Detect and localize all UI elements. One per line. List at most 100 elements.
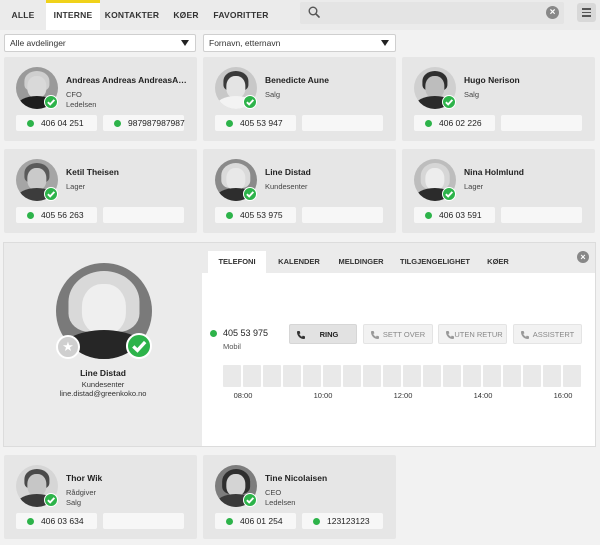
phone-button[interactable]: 406 04 251 bbox=[16, 115, 97, 131]
phone-button-empty[interactable] bbox=[302, 207, 383, 223]
clear-icon[interactable]: × bbox=[546, 6, 559, 19]
contact-card[interactable]: Ketil Theisen Lager 405 56 263 bbox=[4, 149, 197, 233]
tab-koer[interactable]: KØER bbox=[164, 0, 208, 30]
timeline-slot[interactable] bbox=[323, 365, 341, 387]
contact-card[interactable]: Nina Holmlund Lager 406 03 591 bbox=[402, 149, 595, 233]
sort-select[interactable]: Fornavn, etternavn bbox=[203, 34, 396, 52]
detail-content: TELEFONI KALENDER MELDINGER TILGJENGELIG… bbox=[202, 243, 595, 446]
timeline-slot[interactable] bbox=[503, 365, 521, 387]
tab-interne[interactable]: INTERNE bbox=[46, 0, 100, 30]
timeline-slot[interactable] bbox=[443, 365, 461, 387]
phone-button[interactable]: 406 01 254 bbox=[215, 513, 296, 529]
status-dot bbox=[27, 517, 34, 525]
transfer-button[interactable]: SETT OVER bbox=[363, 324, 433, 344]
available-check-icon bbox=[442, 187, 456, 201]
detail-phone-number: 405 53 975 bbox=[210, 328, 268, 338]
timeline-slot[interactable] bbox=[263, 365, 281, 387]
timeline-tick: 10:00 bbox=[313, 391, 333, 400]
contact-name: Line Distad bbox=[265, 167, 311, 177]
available-check-icon bbox=[243, 187, 257, 201]
timeline-slot[interactable] bbox=[463, 365, 481, 387]
phone-button[interactable]: 405 53 975 bbox=[215, 207, 296, 223]
status-dot bbox=[226, 517, 233, 525]
status-dot bbox=[425, 211, 432, 219]
contact-name: Nina Holmlund bbox=[464, 167, 524, 177]
contact-dept: Ledelsen bbox=[265, 498, 296, 507]
phone-button-empty[interactable] bbox=[501, 115, 582, 131]
available-check-icon bbox=[243, 95, 257, 109]
detail-email: line.distad@greenkoko.no bbox=[59, 389, 147, 398]
phone-button-empty[interactable] bbox=[302, 115, 383, 131]
contact-name: Ketil Theisen bbox=[66, 167, 119, 177]
contact-role: Lager bbox=[464, 182, 484, 191]
available-check-icon bbox=[126, 333, 152, 359]
status-dot bbox=[27, 119, 34, 127]
status-dot bbox=[27, 211, 34, 219]
available-check-icon bbox=[442, 95, 456, 109]
available-check-icon bbox=[44, 187, 58, 201]
timeline-slot[interactable] bbox=[483, 365, 501, 387]
timeline-tick: 16:00 bbox=[553, 391, 573, 400]
phone-button[interactable]: 987987987987 bbox=[103, 115, 185, 131]
contact-card[interactable]: Tine Nicolaisen CEO Ledelsen 406 01 254 … bbox=[203, 455, 396, 539]
timeline-slot[interactable] bbox=[543, 365, 561, 387]
close-icon[interactable]: × bbox=[577, 251, 589, 263]
phone-button-empty[interactable] bbox=[103, 513, 184, 529]
timeline-slot[interactable] bbox=[223, 365, 241, 387]
contact-role: CEO bbox=[265, 488, 282, 497]
detail-name: Line Distad bbox=[80, 368, 126, 378]
tab-kalender[interactable]: KALENDER bbox=[270, 251, 328, 273]
timeline-slot[interactable] bbox=[243, 365, 261, 387]
status-dot bbox=[210, 329, 217, 337]
phone-button-empty[interactable] bbox=[501, 207, 582, 223]
contact-detail-panel: ★ Line Distad Kundesenter line.distad@gr… bbox=[3, 242, 596, 447]
timeline-slot[interactable] bbox=[363, 365, 381, 387]
timeline-slot[interactable] bbox=[283, 365, 301, 387]
contact-role: Rådgiver bbox=[66, 488, 97, 497]
tab-tilgjengelighet[interactable]: TILGJENGELIGHET bbox=[396, 251, 474, 273]
contact-role: Salg bbox=[265, 90, 281, 99]
tab-favoritter[interactable]: FAVORITTER bbox=[208, 0, 274, 30]
timeline-tick: 12:00 bbox=[393, 391, 413, 400]
tab-koer[interactable]: KØER bbox=[478, 251, 518, 273]
transfer-no-return-button[interactable]: UTEN RETUR bbox=[438, 324, 507, 344]
timeline-slot[interactable] bbox=[423, 365, 441, 387]
phone-button[interactable]: 123123123 bbox=[302, 513, 383, 529]
available-check-icon bbox=[44, 493, 58, 507]
contact-card-selected[interactable]: Line Distad Kundesenter 405 53 975 bbox=[203, 149, 396, 233]
top-bar: ALLE INTERNE KONTAKTER KØER FAVORITTER × bbox=[0, 0, 600, 30]
phone-button[interactable]: 405 53 947 bbox=[215, 115, 296, 131]
search-input[interactable]: × bbox=[300, 2, 564, 24]
tab-telefoni[interactable]: TELEFONI bbox=[208, 251, 266, 273]
assisted-transfer-button[interactable]: ASSISTERT bbox=[513, 324, 582, 344]
dropdown-arrow-icon bbox=[381, 40, 389, 46]
phone-button[interactable]: 406 03 591 bbox=[414, 207, 495, 223]
phone-button-empty[interactable] bbox=[103, 207, 184, 223]
contact-card[interactable]: Thor Wik Rådgiver Salg 406 03 634 bbox=[4, 455, 197, 539]
tab-kontakter[interactable]: KONTAKTER bbox=[100, 0, 164, 30]
timeline-slot[interactable] bbox=[303, 365, 321, 387]
available-check-icon bbox=[44, 95, 58, 109]
department-select[interactable]: Alle avdelinger bbox=[4, 34, 196, 52]
tab-alle[interactable]: ALLE bbox=[0, 0, 46, 30]
timeline-tick: 14:00 bbox=[473, 391, 493, 400]
menu-button[interactable] bbox=[577, 3, 596, 22]
timeline-slot[interactable] bbox=[563, 365, 581, 387]
dropdown-arrow-icon bbox=[181, 40, 189, 46]
detail-role: Kundesenter bbox=[81, 380, 125, 389]
contact-card[interactable]: Benedicte Aune Salg 405 53 947 bbox=[203, 57, 396, 141]
timeline-slot[interactable] bbox=[523, 365, 541, 387]
phone-button[interactable]: 406 02 226 bbox=[414, 115, 495, 131]
timeline-slot[interactable] bbox=[383, 365, 401, 387]
phone-button[interactable]: 405 56 263 bbox=[16, 207, 97, 223]
timeline-slot[interactable] bbox=[343, 365, 361, 387]
contact-name: Benedicte Aune bbox=[265, 75, 329, 85]
favorite-star-icon[interactable]: ★ bbox=[56, 335, 80, 359]
call-button[interactable]: RING bbox=[289, 324, 357, 344]
contact-name: Thor Wik bbox=[66, 473, 103, 483]
tab-meldinger[interactable]: MELDINGER bbox=[330, 251, 392, 273]
contact-card[interactable]: Andreas Andreas AndreasAndreas CFO Ledel… bbox=[4, 57, 197, 141]
phone-button[interactable]: 406 03 634 bbox=[16, 513, 97, 529]
contact-card[interactable]: Hugo Nerison Salg 406 02 226 bbox=[402, 57, 595, 141]
timeline-slot[interactable] bbox=[403, 365, 421, 387]
